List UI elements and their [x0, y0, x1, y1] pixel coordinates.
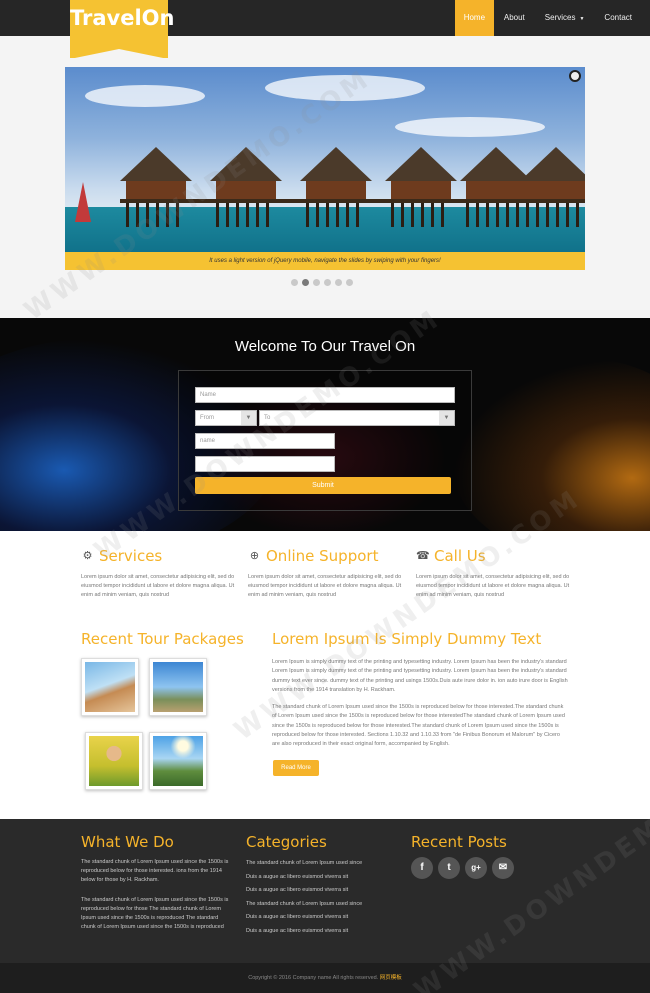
category-link[interactable]: The standard chunk of Lorem Ipsum used s… — [246, 860, 362, 866]
slider-pagination — [291, 279, 353, 286]
to-select-label: To — [264, 415, 271, 421]
tours-title: Recent Tour Packages — [81, 630, 244, 648]
mail-icon[interactable]: ✉ — [492, 857, 514, 879]
twitter-icon[interactable]: t — [438, 857, 460, 879]
booking-section: Welcome To Our Travel On Name From ▼ To ▼ … — [0, 318, 650, 531]
facebook-icon[interactable]: f — [411, 857, 433, 879]
hut — [120, 147, 192, 227]
hut — [385, 147, 457, 227]
category-link[interactable]: The standard chunk of Lorem Ipsum used s… — [246, 901, 362, 907]
feature-title: Call Us — [434, 547, 486, 565]
copyright-link[interactable]: 网页模板 — [380, 975, 402, 981]
slider-dot[interactable] — [335, 279, 342, 286]
from-select[interactable]: From ▼ — [195, 410, 257, 426]
category-link[interactable]: Duis a augue ac libero euismod viverra s… — [246, 928, 348, 934]
googleplus-icon[interactable]: g+ — [465, 857, 487, 879]
slider-dot[interactable] — [313, 279, 320, 286]
copyright-text: Copyright © 2016 Company name All rights… — [248, 975, 379, 981]
feature-call-us: ☎ Call Us Lorem ipsum dolor sit amet, con… — [416, 547, 576, 600]
feature-services: ⚙ Services Lorem ipsum dolor sit amet, co… — [81, 547, 241, 600]
pause-icon[interactable] — [569, 70, 581, 82]
footer-text: The standard chunk of Lorem Ipsum used s… — [81, 897, 229, 930]
lifebuoy-icon: ⊕ — [249, 549, 260, 562]
submit-button[interactable]: Submit — [195, 477, 451, 494]
slider-dot[interactable] — [346, 279, 353, 286]
slider-dot[interactable] — [324, 279, 331, 286]
read-more-button[interactable]: Read More — [273, 760, 319, 776]
footer-text: The standard chunk of Lorem Ipsum used s… — [81, 859, 229, 883]
cloud — [265, 75, 425, 101]
feature-online-support: ⊕ Online Support Lorem ipsum dolor sit am… — [248, 547, 408, 600]
footer-recent-posts-title: Recent Posts — [411, 833, 507, 851]
main-nav: Home About Services ▼ Contact — [454, 0, 650, 36]
phone-icon: ☎ — [416, 549, 430, 562]
category-link[interactable]: Duis a augue ac libero euismod viverra s… — [246, 887, 348, 893]
footer-categories-title: Categories — [246, 833, 327, 851]
gear-icon: ⚙ — [82, 549, 93, 562]
feature-text: Lorem ipsum dolor sit amet, consectetur … — [81, 574, 235, 598]
text-input[interactable]: name — [195, 433, 335, 449]
pier — [120, 199, 585, 203]
article-paragraph: The standard chunk of Lorem Ipsum used s… — [272, 704, 565, 748]
article-title: Lorem Ipsum Is Simply Dummy Text — [272, 630, 542, 648]
booking-title: Welcome To Our Travel On — [234, 338, 416, 355]
category-link[interactable]: Duis a augue ac libero euismod viverra s… — [246, 914, 348, 920]
tour-thumbnail[interactable] — [85, 732, 143, 790]
top-navbar: TravelOn Home About Services ▼ Contact — [0, 0, 650, 59]
sailboat — [75, 182, 91, 222]
content-section: ⚙ Services Lorem ipsum dolor sit amet, co… — [0, 531, 650, 819]
cloud — [395, 117, 545, 137]
background-glow — [450, 358, 650, 531]
footer-what-we-do-title: What We Do — [81, 833, 174, 851]
feature-title: Services — [99, 547, 163, 565]
cloud — [85, 85, 205, 107]
category-link[interactable]: Duis a augue ac libero euismod viverra s… — [246, 874, 348, 880]
tour-thumbnail[interactable] — [149, 658, 207, 716]
chevron-down-icon: ▼ — [241, 411, 256, 425]
hut — [210, 147, 282, 227]
logo[interactable]: TravelOn — [70, 0, 175, 59]
chevron-down-icon: ▼ — [579, 16, 585, 22]
feature-text: Lorem ipsum dolor sit amet, consectetur … — [416, 574, 570, 598]
hut — [520, 147, 585, 227]
nav-about[interactable]: About — [494, 0, 535, 36]
copyright-bar: Copyright © 2016 Company name All rights… — [0, 963, 650, 993]
hut — [300, 147, 372, 227]
hero-slider[interactable]: It uses a light version of jQuery mobile… — [65, 67, 585, 270]
slider-dot[interactable] — [291, 279, 298, 286]
article-paragraph: Lorem Ipsum is simply dummy text of the … — [272, 659, 568, 693]
nav-services[interactable]: Services ▼ — [535, 0, 595, 36]
nav-services-label: Services — [544, 13, 576, 22]
slide-caption: It uses a light version of jQuery mobile… — [65, 252, 585, 270]
logo-ribbon-notch — [70, 49, 168, 59]
tour-thumbnail[interactable] — [81, 658, 139, 716]
to-select[interactable]: To ▼ — [259, 410, 455, 426]
from-select-label: From — [200, 415, 214, 421]
feature-text: Lorem ipsum dolor sit amet, consectetur … — [248, 574, 402, 598]
name-input[interactable]: Name — [195, 387, 455, 403]
booking-form: Name From ▼ To ▼ name Submit — [178, 370, 472, 511]
tour-thumbnail[interactable] — [149, 732, 207, 790]
nav-home[interactable]: Home — [454, 0, 494, 36]
slider-dot-active[interactable] — [302, 279, 309, 286]
feature-title: Online Support — [266, 547, 379, 565]
nav-contact[interactable]: Contact — [594, 0, 650, 36]
text-input[interactable] — [195, 456, 335, 472]
footer: What We Do The standard chunk of Lorem I… — [0, 819, 650, 963]
chevron-down-icon: ▼ — [439, 411, 454, 425]
logo-text: TravelOn — [70, 6, 175, 30]
